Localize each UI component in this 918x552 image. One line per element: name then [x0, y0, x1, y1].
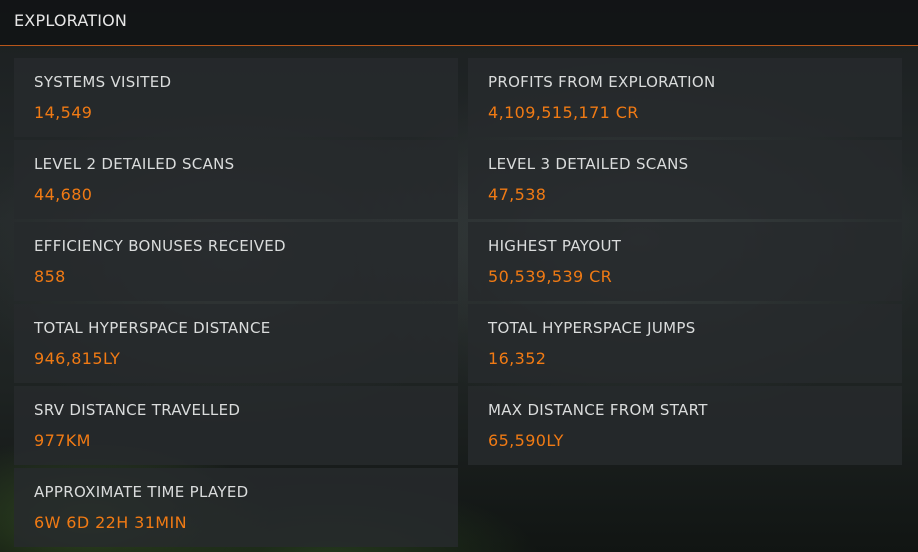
stat-label: LEVEL 2 DETAILED SCANS [34, 155, 235, 173]
stat-value: 6W 6D 22H 31MIN [34, 513, 187, 532]
stat-level-2-detailed-scans: LEVEL 2 DETAILED SCANS 44,680 [14, 140, 458, 219]
stat-total-hyperspace-jumps: TOTAL HYPERSPACE JUMPS 16,352 [468, 304, 902, 383]
stat-label: APPROXIMATE TIME PLAYED [34, 483, 249, 501]
stat-label: HIGHEST PAYOUT [488, 237, 622, 255]
stat-value: 858 [34, 267, 66, 286]
stat-total-hyperspace-distance: TOTAL HYPERSPACE DISTANCE 946,815LY [14, 304, 458, 383]
stat-value: 50,539,539 CR [488, 267, 613, 286]
stat-value: 977KM [34, 431, 91, 450]
stat-value: 65,590LY [488, 431, 564, 450]
stat-approximate-time-played: APPROXIMATE TIME PLAYED 6W 6D 22H 31MIN [14, 468, 458, 547]
stat-label: PROFITS FROM EXPLORATION [488, 73, 716, 91]
stat-value: 14,549 [34, 103, 93, 122]
stat-label: SRV DISTANCE TRAVELLED [34, 401, 241, 419]
panel-title: EXPLORATION [14, 11, 128, 30]
stat-label: TOTAL HYPERSPACE JUMPS [488, 319, 696, 337]
stat-max-distance-from-start: MAX DISTANCE FROM START 65,590LY [468, 386, 902, 465]
stat-label: SYSTEMS VISITED [34, 73, 172, 91]
stat-value: 946,815LY [34, 349, 121, 368]
stat-value: 44,680 [34, 185, 93, 204]
stat-label: TOTAL HYPERSPACE DISTANCE [34, 319, 271, 337]
panel-header: EXPLORATION [0, 0, 918, 46]
stats-grid: SYSTEMS VISITED 14,549 PROFITS FROM EXPL… [14, 58, 902, 547]
stat-srv-distance-travelled: SRV DISTANCE TRAVELLED 977KM [14, 386, 458, 465]
stat-efficiency-bonuses: EFFICIENCY BONUSES RECEIVED 858 [14, 222, 458, 301]
stat-profits-from-exploration: PROFITS FROM EXPLORATION 4,109,515,171 C… [468, 58, 902, 137]
stat-label: LEVEL 3 DETAILED SCANS [488, 155, 689, 173]
stat-systems-visited: SYSTEMS VISITED 14,549 [14, 58, 458, 137]
stat-value: 4,109,515,171 CR [488, 103, 639, 122]
stat-label: EFFICIENCY BONUSES RECEIVED [34, 237, 286, 255]
stat-highest-payout: HIGHEST PAYOUT 50,539,539 CR [468, 222, 902, 301]
stat-value: 47,538 [488, 185, 547, 204]
stat-label: MAX DISTANCE FROM START [488, 401, 708, 419]
exploration-panel: EXPLORATION SYSTEMS VISITED 14,549 PROFI… [0, 0, 918, 552]
stat-value: 16,352 [488, 349, 547, 368]
stat-level-3-detailed-scans: LEVEL 3 DETAILED SCANS 47,538 [468, 140, 902, 219]
